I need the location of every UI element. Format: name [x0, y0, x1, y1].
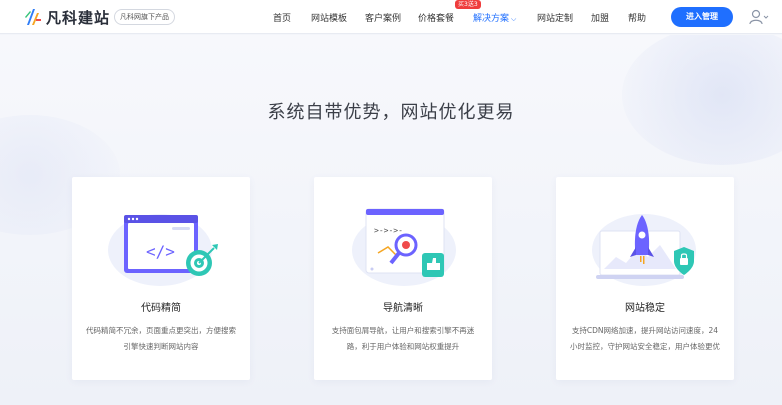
top-header: 凡科建站 凡科网旗下产品 首页 网站模板 客户案例 价格套餐 买3送3 解决方案…	[0, 0, 782, 34]
advantages-section: 系统自带优势，网站优化更易 </> 代码精简 代码精简不冗余，页面重点更突出，方…	[0, 35, 782, 405]
section-title: 系统自带优势，网站优化更易	[267, 102, 515, 123]
nav-item-templates[interactable]: 网站模板	[311, 11, 347, 24]
feature-card-navigation: >->->- 导航清晰 支持面包屑导航，让用户和搜索引擎不再迷路，利于用户体验和…	[314, 177, 492, 380]
rocket-shield-icon	[556, 195, 734, 290]
nav-item-home[interactable]: 首页	[273, 11, 291, 24]
card-title: 导航清晰	[383, 303, 423, 314]
nav-item-help[interactable]: 帮助	[628, 11, 646, 24]
card-description: 代码精简不冗余，页面重点更突出，方便搜索引擎快速判断网站内容	[86, 326, 236, 351]
nav-item-solutions-label: 解决方案	[473, 14, 510, 24]
card-title: 代码精简	[141, 303, 181, 314]
user-icon[interactable]	[749, 9, 769, 25]
svg-text:>->->-: >->->-	[374, 226, 403, 235]
nav-item-franchise[interactable]: 加盟	[591, 11, 609, 24]
feature-card-code: </> 代码精简 代码精简不冗余，页面重点更突出，方便搜索引擎快速判断网站内容	[72, 177, 250, 380]
nav-item-custom[interactable]: 网站定制	[537, 11, 573, 24]
nav-item-pricing[interactable]: 价格套餐	[418, 11, 454, 24]
svg-text:</>: </>	[146, 242, 175, 261]
code-window-icon: </>	[72, 195, 250, 290]
enter-admin-button[interactable]: 进入管理	[671, 7, 733, 27]
card-title: 网站稳定	[625, 303, 665, 314]
nav-item-solutions[interactable]: 解决方案 ⌵	[473, 11, 516, 24]
card-description: 支持面包屑导航，让用户和搜索引擎不再迷路，利于用户体验和网站权重提升	[331, 326, 475, 351]
card-description: 支持CDN网络加速，提升网站访问速度，24小时监控，守护网站安全稳定，用户体验更…	[570, 326, 720, 351]
nav-item-cases[interactable]: 客户案例	[365, 11, 401, 24]
feature-card-stability: 网站稳定 支持CDN网络加速，提升网站访问速度，24小时监控，守护网站安全稳定，…	[556, 177, 734, 380]
main-nav: 首页 网站模板 客户案例 价格套餐 买3送3 解决方案 ⌵ 网站定制 加盟 帮助	[0, 0, 782, 34]
hot-badge: 买3送3	[455, 0, 481, 9]
chevron-down-icon: ⌵	[511, 15, 517, 23]
navigation-search-icon: >->->-	[314, 195, 492, 290]
